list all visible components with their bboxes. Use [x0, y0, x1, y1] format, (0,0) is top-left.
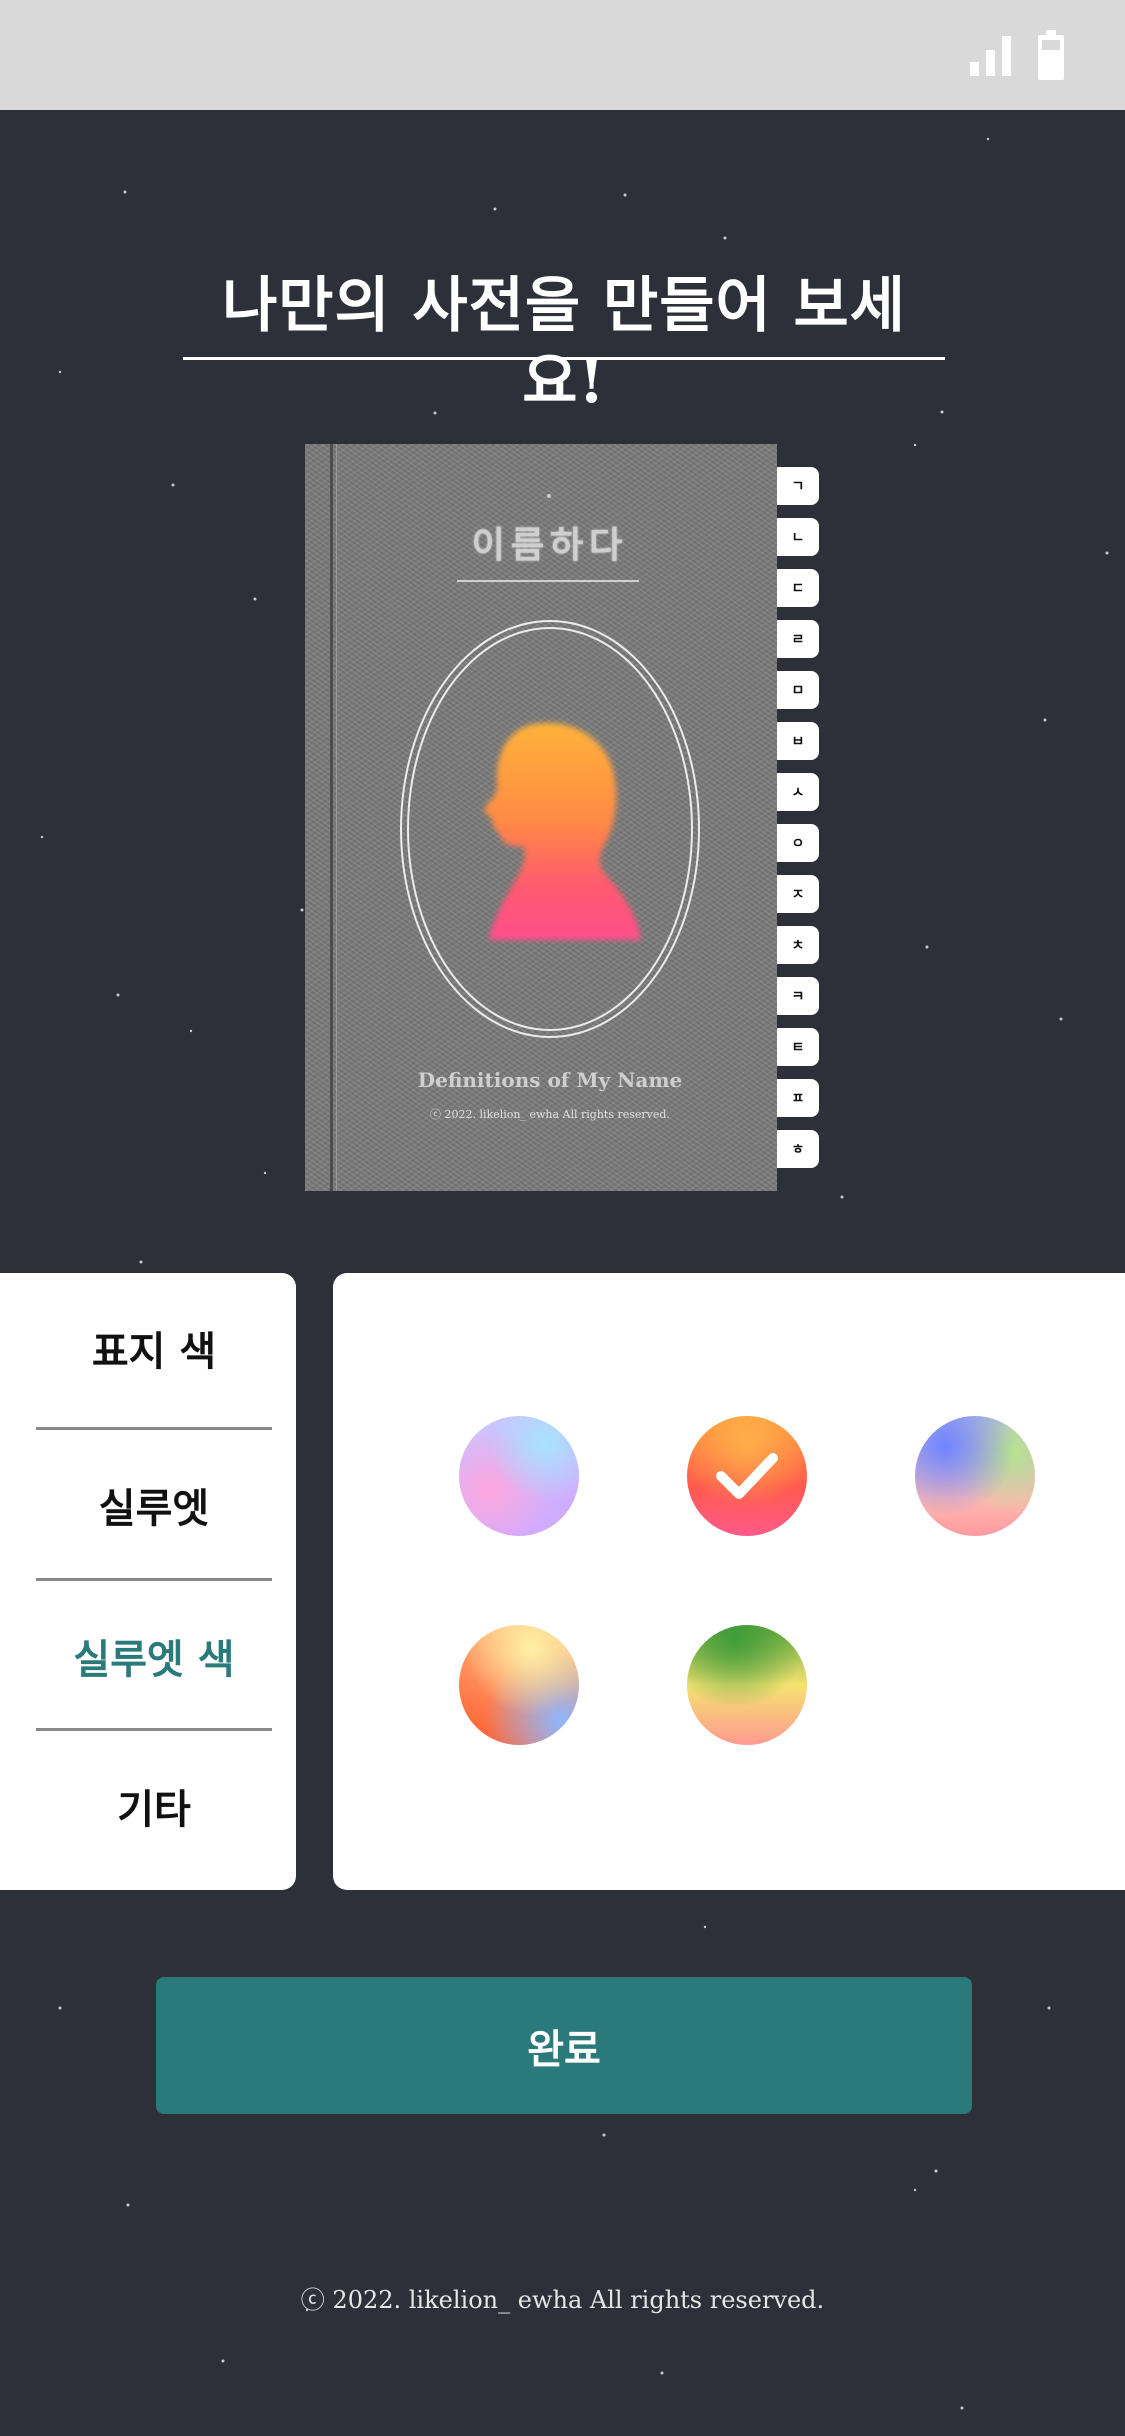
- color-swatch-orange-pink-selected[interactable]: [687, 1416, 807, 1536]
- index-tab: ㅌ: [777, 1028, 819, 1066]
- book-title: 이름하다: [471, 524, 629, 566]
- page-title: 나만의 사전을 만들어 보세요!: [222, 271, 906, 417]
- checkmark-icon: [716, 1453, 778, 1499]
- color-swatch-yellow-orange-blue[interactable]: [459, 1625, 579, 1745]
- color-swatch-green-yellow-pink[interactable]: [687, 1625, 807, 1745]
- index-tab: ㅂ: [777, 722, 819, 760]
- index-tab: ㄹ: [777, 620, 819, 658]
- signal-icon: [970, 36, 1011, 76]
- menu-item-silhouette-color[interactable]: 실루엣 색: [36, 1581, 272, 1731]
- index-tab: ㅎ: [777, 1130, 819, 1168]
- color-options-panel: [333, 1273, 1125, 1890]
- book-title-underline: [457, 580, 639, 582]
- index-tab: ㅈ: [777, 875, 819, 913]
- customize-menu: 표지 색 실루엣 실루엣 색 기타: [0, 1273, 296, 1890]
- book-copyright: ⓒ 2022. likelion_ ewha All rights reserv…: [430, 1108, 670, 1121]
- title-underline: [183, 357, 945, 360]
- index-tab: ㄱ: [777, 467, 819, 505]
- menu-item-cover-color[interactable]: 표지 색: [36, 1273, 272, 1423]
- index-tab: ㄴ: [777, 518, 819, 556]
- menu-item-other[interactable]: 기타: [36, 1731, 272, 1881]
- index-tab: ㅇ: [777, 824, 819, 862]
- status-bar: [0, 0, 1125, 110]
- book-subtitle: Definitions of My Name: [417, 1068, 683, 1092]
- index-tab: ㅋ: [777, 977, 819, 1015]
- footer-copyright: ⓒ 2022. likelion_ ewha All rights reserv…: [300, 2286, 825, 2314]
- book-dot: [547, 494, 551, 498]
- book-cover-preview: 이름하다 Definitions of My Name ⓒ 2022. like…: [305, 444, 777, 1191]
- done-button[interactable]: 완료: [156, 1977, 972, 2114]
- index-tab: ㅍ: [777, 1079, 819, 1117]
- menu-item-silhouette[interactable]: 실루엣: [36, 1430, 272, 1580]
- color-swatch-pastel-pink-purple[interactable]: [459, 1416, 579, 1536]
- silhouette-image: [484, 723, 641, 940]
- index-tabs: ㄱ ㄴ ㄷ ㄹ ㅁ ㅂ ㅅ ㅇ ㅈ ㅊ ㅋ ㅌ ㅍ ㅎ: [777, 467, 819, 1181]
- index-tab: ㅊ: [777, 926, 819, 964]
- battery-icon: [1038, 30, 1064, 80]
- index-tab: ㅁ: [777, 671, 819, 709]
- index-tab: ㄷ: [777, 569, 819, 607]
- color-swatch-blue-green-peach[interactable]: [915, 1416, 1035, 1536]
- index-tab: ㅅ: [777, 773, 819, 811]
